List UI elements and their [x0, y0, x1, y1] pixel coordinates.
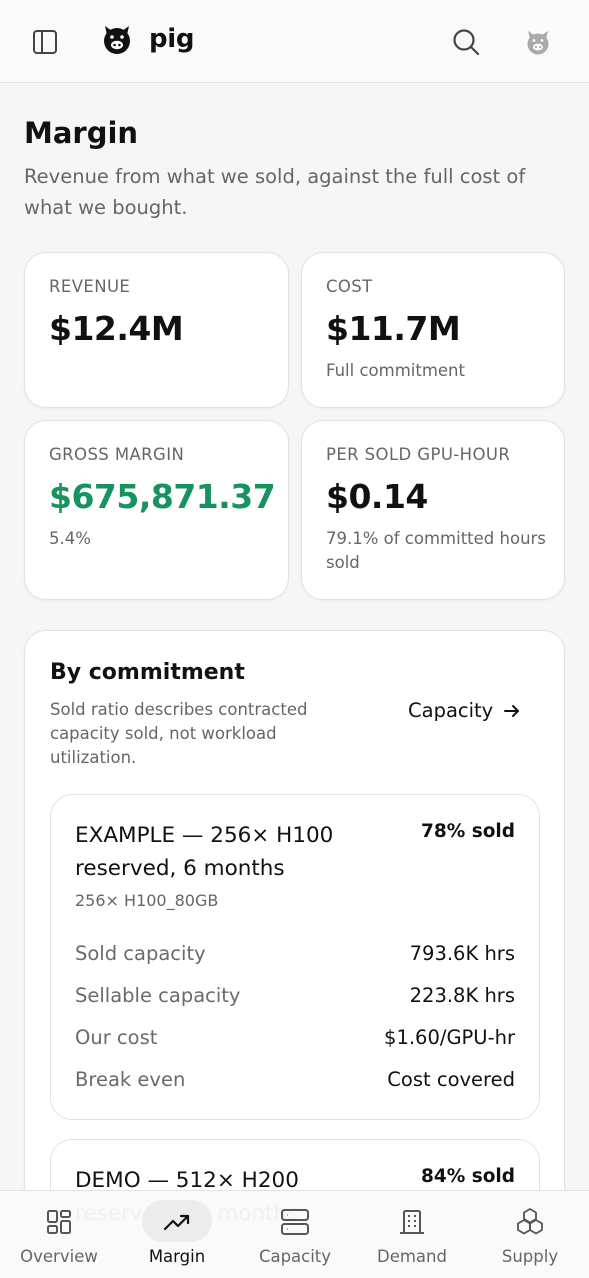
nav-item-capacity[interactable]: Capacity: [236, 1191, 354, 1278]
cost-note: Full commitment: [326, 361, 465, 380]
grid-icon: [44, 1207, 74, 1237]
row-label: Sellable capacity: [75, 983, 241, 1007]
search-button[interactable]: [448, 24, 484, 60]
pig-avatar-icon: [527, 31, 549, 55]
nav-label: Capacity: [258, 1247, 332, 1266]
top-bar: pig: [0, 0, 589, 83]
bottom-nav: Overview Margin Capacity Demand Supply: [0, 1190, 589, 1278]
nav-item-demand[interactable]: Demand: [353, 1191, 471, 1278]
server-icon: [280, 1207, 310, 1237]
gross-margin-percent: 5.4%: [49, 529, 91, 548]
per-gpu-hour-value: $0.14: [326, 477, 428, 516]
per-gpu-hour-card: PER SOLD GPU-HOUR $0.14 79.1% of committ…: [301, 420, 565, 600]
page-title: Margin: [24, 116, 139, 150]
per-gpu-hour-note: 79.1% of committed hours sold: [326, 529, 546, 572]
sold-capacity-row: Sold capacity 793.6K hrs: [75, 938, 515, 968]
nav-item-overview[interactable]: Overview: [0, 1191, 118, 1278]
brand-name: pig: [149, 24, 195, 54]
commitment-sold-percent: 84% sold: [420, 1166, 515, 1187]
sidebar-toggle-button[interactable]: [28, 26, 62, 58]
row-label: Sold capacity: [75, 941, 206, 965]
commitment-sku: 256× H100_80GB: [75, 891, 219, 910]
section-description: Sold ratio describes contracted capacity…: [50, 700, 308, 767]
gross-margin-label: GROSS MARGIN: [49, 445, 185, 464]
avatar[interactable]: [522, 26, 554, 58]
by-commitment-section: By commitment Sold ratio describes contr…: [24, 630, 565, 1278]
revenue-card: REVENUE $12.4M: [24, 252, 289, 408]
capacity-link[interactable]: Capacity: [408, 699, 522, 722]
row-label: Break even: [75, 1067, 186, 1091]
revenue-label: REVENUE: [49, 277, 131, 296]
revenue-value: $12.4M: [49, 309, 184, 348]
commitment-sold-percent: 78% sold: [420, 821, 515, 842]
building-icon: [397, 1207, 427, 1237]
commitment-card[interactable]: EXAMPLE — 256× H100 reserved, 6 months 7…: [50, 794, 540, 1120]
per-gpu-hour-label: PER SOLD GPU-HOUR: [326, 445, 511, 464]
nav-item-supply[interactable]: Supply: [471, 1191, 589, 1278]
sidebar-icon: [33, 30, 57, 54]
gross-margin-value: $675,871.37: [49, 477, 276, 516]
row-value: 223.8K hrs: [409, 983, 515, 1007]
search-icon: [453, 29, 480, 56]
capacity-link-label: Capacity: [408, 699, 494, 722]
brand-logo[interactable]: pig: [100, 22, 195, 56]
cost-value: $11.7M: [326, 309, 461, 348]
nav-label: Overview: [20, 1247, 98, 1266]
section-title: By commitment: [50, 660, 245, 685]
cost-card: COST $11.7M Full commitment: [301, 252, 565, 408]
nav-label: Demand: [377, 1247, 447, 1266]
nav-label: Supply: [501, 1247, 559, 1266]
arrow-right-icon: [502, 701, 522, 721]
row-value: Cost covered: [387, 1067, 515, 1091]
trending-up-icon: [162, 1207, 192, 1237]
nav-label: Margin: [148, 1247, 206, 1266]
break-even-row: Break even Cost covered: [75, 1064, 515, 1094]
pig-logo-icon: [104, 26, 130, 54]
row-value: $1.60/GPU-hr: [384, 1025, 515, 1049]
cost-label: COST: [326, 277, 373, 296]
page-subtitle: Revenue from what we sold, against the f…: [24, 165, 526, 219]
commitment-title: EXAMPLE — 256× H100 reserved, 6 months: [75, 823, 334, 881]
row-label: Our cost: [75, 1025, 158, 1049]
sellable-capacity-row: Sellable capacity 223.8K hrs: [75, 980, 515, 1010]
nav-item-margin[interactable]: Margin: [118, 1191, 236, 1278]
boxes-icon: [515, 1207, 545, 1237]
gross-margin-card: GROSS MARGIN $675,871.37 5.4%: [24, 420, 289, 600]
row-value: 793.6K hrs: [409, 941, 515, 965]
our-cost-row: Our cost $1.60/GPU-hr: [75, 1022, 515, 1052]
